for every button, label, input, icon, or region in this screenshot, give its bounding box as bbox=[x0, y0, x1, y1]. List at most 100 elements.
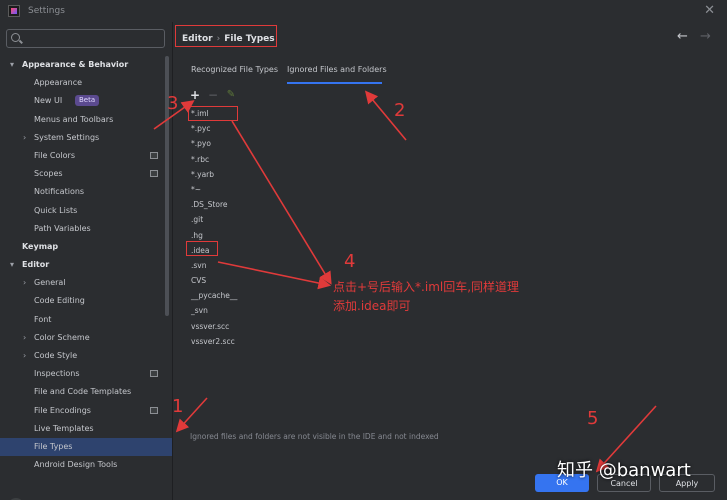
annotation-box-iml bbox=[188, 106, 238, 121]
sidebar-item-label: Keymap bbox=[22, 241, 59, 251]
list-item[interactable]: .hg bbox=[182, 228, 719, 243]
list-item[interactable]: .git bbox=[182, 212, 719, 227]
sidebar-item[interactable]: Menus and Toolbars bbox=[0, 111, 172, 129]
sidebar-item[interactable]: New UI Beta bbox=[0, 92, 172, 110]
sidebar-item-label: File Encodings bbox=[34, 405, 91, 415]
list-item[interactable]: *~ bbox=[182, 182, 719, 197]
ignored-files-list: *.iml *.pyc *.pyo *.rbc *.yarb *~ .DS_Store .gi… bbox=[182, 106, 719, 349]
list-item[interactable]: *.pyo bbox=[182, 136, 719, 151]
sidebar-item[interactable]: Notifications bbox=[0, 183, 172, 201]
tab-recognized-file-types[interactable]: Recognized File Types bbox=[191, 62, 278, 84]
sidebar-item-label: Path Variables bbox=[34, 223, 91, 233]
list-item[interactable]: *.yarb bbox=[182, 167, 719, 182]
chevron-down-icon[interactable]: ▾ bbox=[10, 56, 14, 74]
chevron-down-icon[interactable]: ▾ bbox=[10, 256, 14, 274]
sidebar-item-label: Editor bbox=[22, 260, 50, 270]
forward-arrow-icon[interactable]: → bbox=[700, 29, 711, 44]
annotation-note-line-1: 点击+号后输入*.iml回车,同样道理 bbox=[333, 280, 520, 294]
remove-icon[interactable]: − bbox=[206, 88, 220, 102]
list-item[interactable]: *.pyc bbox=[182, 121, 719, 136]
sidebar-item[interactable]: › Color Scheme bbox=[0, 329, 172, 347]
annotation-number-4: 4 bbox=[344, 251, 356, 272]
annotation-note-line-2: 添加.idea即可 bbox=[333, 299, 411, 313]
search-icon bbox=[11, 33, 20, 42]
beta-badge: Beta bbox=[75, 95, 100, 107]
sidebar-item[interactable]: ▾ Editor bbox=[0, 256, 172, 274]
sidebar-item-label: Code Style bbox=[34, 351, 78, 360]
sidebar-item[interactable]: Appearance bbox=[0, 74, 172, 92]
app-logo-icon bbox=[8, 5, 20, 17]
annotation-number-1: 1 bbox=[172, 396, 184, 417]
sidebar-item-label: Font bbox=[34, 314, 52, 324]
tab-ignored-files-and-folders[interactable]: Ignored Files and Folders bbox=[287, 62, 387, 84]
ignored-files-note: Ignored files and folders are not visibl… bbox=[190, 432, 439, 441]
list-item[interactable]: *.rbc bbox=[182, 152, 719, 167]
sidebar-item[interactable]: ▾ Appearance & Behavior bbox=[0, 56, 172, 74]
add-icon[interactable]: + bbox=[188, 88, 202, 102]
sidebar-item-label: General bbox=[34, 278, 66, 288]
title-bar: Settings ✕ bbox=[0, 0, 727, 22]
chevron-right-icon[interactable]: › bbox=[23, 129, 26, 147]
sidebar-item-label: System Settings bbox=[34, 132, 100, 142]
sidebar-item[interactable]: Inspections bbox=[0, 365, 172, 383]
sidebar-item-label: File and Code Templates bbox=[34, 387, 132, 397]
annotation-number-5: 5 bbox=[587, 408, 599, 429]
sidebar-item[interactable]: File Colors bbox=[0, 147, 172, 165]
list-item[interactable]: *.iml bbox=[182, 106, 719, 121]
list-item[interactable]: .DS_Store bbox=[182, 197, 719, 212]
chevron-right-icon[interactable]: › bbox=[23, 347, 26, 365]
sidebar-item[interactable]: › Code Style bbox=[0, 347, 172, 365]
sidebar-item-label: Color Scheme bbox=[34, 332, 90, 342]
sidebar-item-label: Menus and Toolbars bbox=[34, 114, 114, 124]
project-scope-icon bbox=[150, 151, 158, 159]
annotation-box-idea bbox=[186, 241, 218, 256]
window-title: Settings bbox=[28, 6, 65, 16]
sidebar-item[interactable]: File Encodings bbox=[0, 402, 172, 420]
sidebar-item[interactable]: Font bbox=[0, 311, 172, 329]
sidebar-item[interactable]: Path Variables bbox=[0, 220, 172, 238]
chevron-right-icon[interactable]: › bbox=[23, 329, 26, 347]
list-item[interactable]: vssver.scc bbox=[182, 319, 719, 334]
sidebar-item[interactable]: Code Editing bbox=[0, 292, 172, 310]
annotation-number-3: 3 bbox=[167, 93, 179, 114]
sidebar-item-label: File Colors bbox=[34, 150, 75, 160]
sidebar-item[interactable]: Scopes bbox=[0, 165, 172, 183]
back-arrow-icon[interactable]: ← bbox=[677, 29, 688, 44]
list-item[interactable]: .idea bbox=[182, 243, 719, 258]
annotation-box-breadcrumb bbox=[175, 25, 277, 47]
list-item[interactable]: _svn bbox=[182, 303, 719, 318]
sidebar-item[interactable]: Keymap bbox=[0, 238, 172, 256]
sidebar-item-label: Live Templates bbox=[34, 423, 94, 433]
sidebar-item-label: Quick Lists bbox=[34, 205, 78, 215]
sidebar-item[interactable]: Live Templates bbox=[0, 420, 172, 438]
project-scope-icon bbox=[150, 170, 158, 178]
sidebar-item-label: New UI bbox=[34, 96, 63, 106]
sidebar-item[interactable]: › System Settings bbox=[0, 129, 172, 147]
main-panel: Editor › File Types ← → Recognized File Ty… bbox=[173, 22, 727, 500]
project-scope-icon bbox=[150, 370, 158, 378]
sidebar-item-label: Android Design Tools bbox=[34, 460, 118, 470]
search-box[interactable] bbox=[6, 29, 165, 48]
watermark: 知乎 @banwart bbox=[557, 460, 691, 481]
sidebar-item-label: Inspections bbox=[34, 369, 80, 379]
sidebar-item[interactable]: › General bbox=[0, 274, 172, 292]
project-scope-icon bbox=[150, 406, 158, 414]
list-item[interactable]: .svn bbox=[182, 258, 719, 273]
settings-tree: ▾ Appearance & Behavior Appearance New UI Be… bbox=[0, 56, 172, 474]
chevron-right-icon[interactable]: › bbox=[23, 274, 26, 292]
sidebar-item-label: Notifications bbox=[34, 187, 85, 197]
close-icon[interactable]: ✕ bbox=[704, 3, 715, 18]
sidebar-item-label: Appearance & Behavior bbox=[22, 60, 129, 69]
sidebar-item[interactable]: Quick Lists bbox=[0, 202, 172, 220]
annotation-number-2: 2 bbox=[394, 100, 406, 121]
sidebar-item-label: Scopes bbox=[34, 169, 63, 179]
sidebar-item-label: Appearance bbox=[34, 78, 83, 88]
sidebar-item-label: File Types bbox=[34, 441, 73, 451]
sidebar-item-label: Code Editing bbox=[34, 296, 85, 306]
edit-icon[interactable]: ✎ bbox=[224, 88, 238, 102]
list-item[interactable]: vssver2.scc bbox=[182, 334, 719, 349]
sidebar-item[interactable]: File Types bbox=[0, 437, 172, 457]
search-input[interactable] bbox=[25, 32, 160, 45]
sidebar-item[interactable]: File and Code Templates bbox=[0, 383, 172, 401]
sidebar-item[interactable]: Android Design Tools bbox=[0, 456, 172, 474]
